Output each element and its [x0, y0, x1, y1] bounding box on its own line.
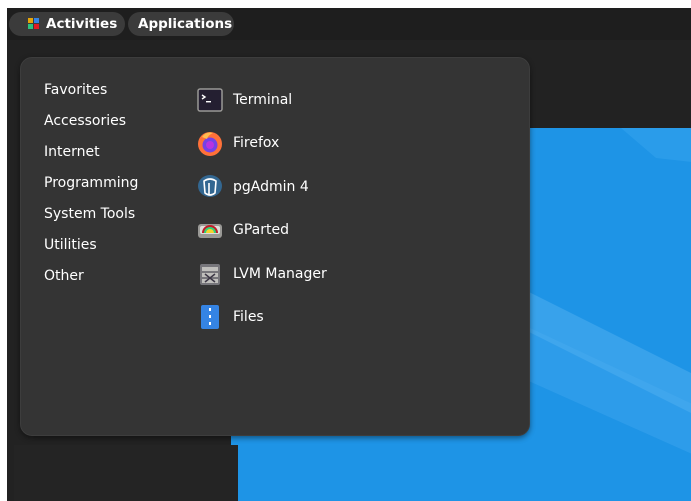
app-label: Terminal [233, 91, 293, 108]
activities-button[interactable]: Activities [9, 12, 125, 36]
app-pgadmin[interactable]: pgAdmin 4 [196, 165, 327, 209]
app-firefox[interactable]: Firefox [196, 122, 327, 166]
category-system-tools[interactable]: System Tools [44, 204, 138, 235]
app-label: Files [233, 309, 264, 326]
desktop-shadow-strip [14, 445, 238, 501]
category-programming[interactable]: Programming [44, 173, 138, 204]
app-terminal[interactable]: Terminal [196, 78, 327, 122]
app-gparted[interactable]: GParted [196, 209, 327, 253]
applications-menu-button[interactable]: Applications [128, 12, 234, 36]
app-files[interactable]: Files [196, 296, 327, 340]
category-other[interactable]: Other [44, 266, 138, 297]
category-list: Favorites Accessories Internet Programmi… [44, 80, 138, 297]
category-utilities[interactable]: Utilities [44, 235, 138, 266]
app-list: Terminal Firefox pgAdmin 4 GParted LVM M… [196, 78, 327, 339]
applications-label: Applications [138, 16, 233, 32]
category-internet[interactable]: Internet [44, 142, 138, 173]
top-bar: Activities Applications [7, 8, 691, 40]
applications-menu: Favorites Accessories Internet Programmi… [20, 57, 530, 436]
app-label: pgAdmin 4 [233, 178, 309, 195]
files-icon [201, 305, 219, 330]
category-favorites[interactable]: Favorites [44, 80, 138, 111]
app-lvm-manager[interactable]: LVM Manager [196, 252, 327, 296]
terminal-icon [197, 88, 223, 112]
activities-label: Activities [46, 16, 118, 32]
pgadmin-icon [198, 174, 222, 197]
category-accessories[interactable]: Accessories [44, 111, 138, 142]
app-label: Firefox [233, 135, 280, 152]
app-label: GParted [233, 222, 289, 239]
app-label: LVM Manager [233, 265, 327, 282]
lvm-manager-icon [200, 263, 220, 285]
activities-icon [28, 18, 39, 29]
gparted-icon [198, 224, 222, 239]
firefox-icon [198, 132, 222, 157]
